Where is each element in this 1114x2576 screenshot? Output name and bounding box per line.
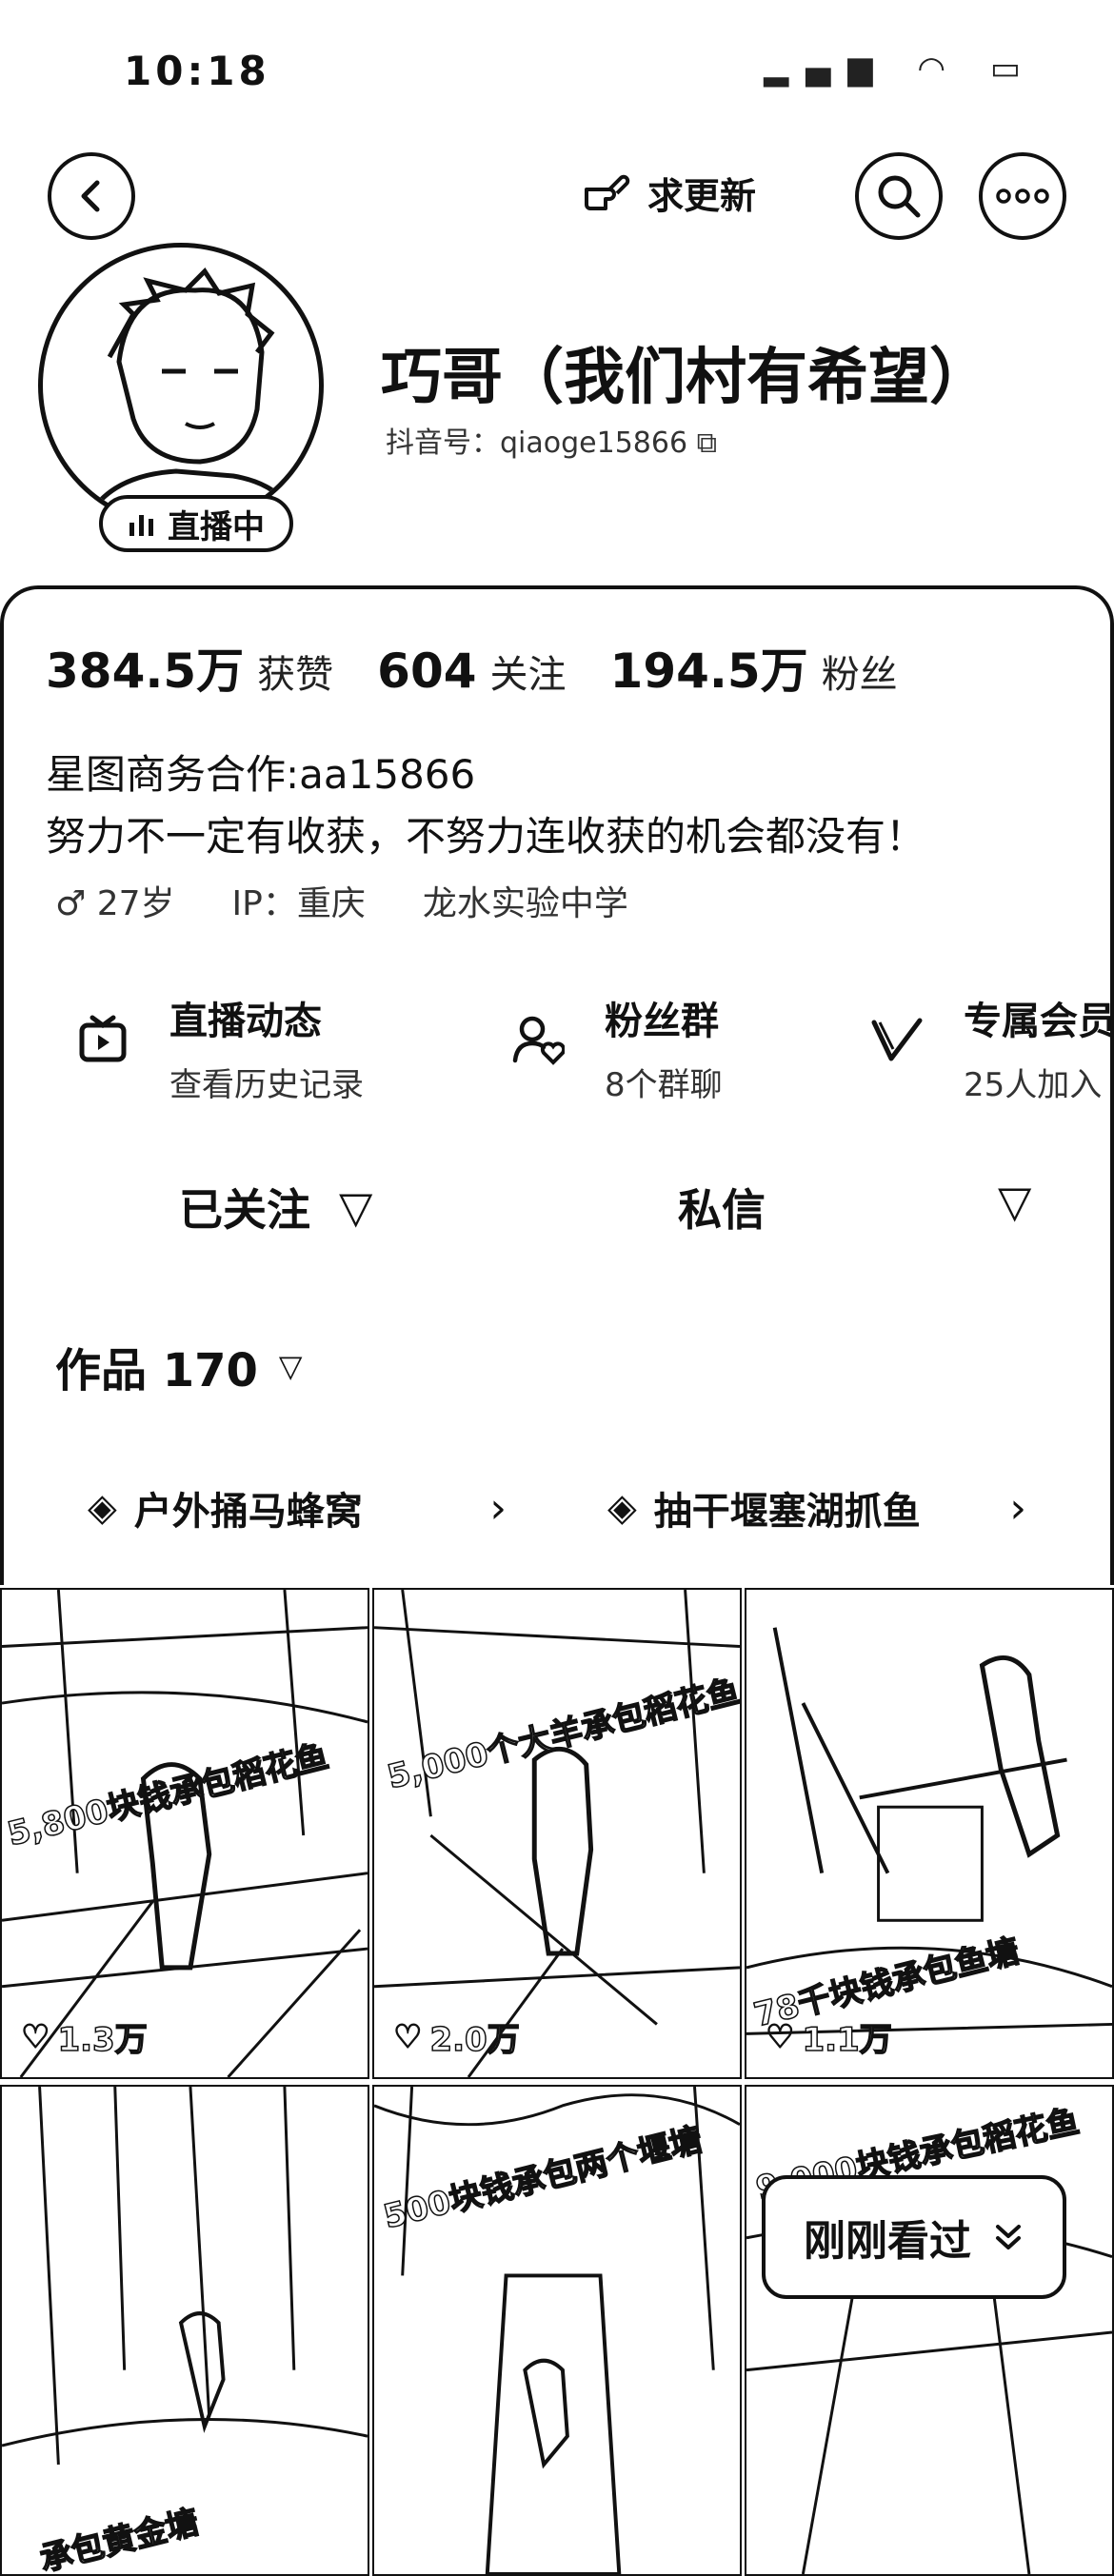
- likes-count: 1.1万: [802, 2020, 893, 2060]
- collection-label: 抽干堰塞湖抓鱼: [653, 1490, 921, 1534]
- school-tag[interactable]: 龙水实验中学: [423, 876, 628, 925]
- more-dots-icon: [996, 188, 1049, 204]
- layers-icon: ◈: [88, 1486, 117, 1530]
- video-thumbnail: [374, 1590, 740, 2077]
- douyin-id-text: 抖音号：qiaoge15866: [386, 426, 688, 460]
- collection-item[interactable]: ◈ 户外捅马蜂窝 ›: [88, 1480, 507, 1536]
- shortcut-title: 直播动态: [169, 1000, 322, 1043]
- video-likes: ♡ 1.3万: [20, 2013, 149, 2060]
- video-tile[interactable]: 9,000块钱承包稻花鱼: [745, 2085, 1114, 2576]
- recently-viewed-button[interactable]: 刚刚看过: [762, 2175, 1066, 2299]
- shortcut-title: 粉丝群: [605, 1000, 719, 1043]
- video-tile[interactable]: 78千块钱承包鱼塘 ♡ 1.1万: [745, 1588, 1114, 2079]
- chevron-left-icon: [81, 180, 100, 212]
- caret-down-icon: ▽: [339, 1181, 373, 1233]
- live-badge-label: 直播中: [168, 507, 265, 546]
- stat-value: 194.5万: [609, 644, 808, 699]
- layers-icon: ◈: [607, 1486, 637, 1530]
- stat-label: 粉丝: [821, 653, 898, 697]
- back-button[interactable]: [48, 152, 135, 240]
- bio-business: 星图商务合作:aa15866: [46, 751, 476, 798]
- more-options-dropdown[interactable]: ▽: [998, 1176, 1031, 1227]
- request-update-label: 求更新: [647, 175, 757, 217]
- heart-icon: ♡: [392, 2017, 423, 2057]
- stat-value: 604: [377, 644, 477, 699]
- tv-play-icon: [74, 1011, 131, 1068]
- finger-point-icon: [585, 174, 630, 210]
- battery-icon: ▭: [989, 50, 1038, 88]
- live-badge[interactable]: 直播中: [99, 495, 293, 552]
- heart-icon: ♡: [20, 2017, 50, 2057]
- shortcut-title: 专属会员: [964, 1000, 1114, 1043]
- live-bars-icon: [129, 515, 153, 536]
- video-tile[interactable]: 500块钱承包两个堰塘: [372, 2085, 742, 2576]
- search-icon: [878, 175, 921, 218]
- ip-tag: IP：重庆: [231, 884, 366, 923]
- signal-icon: ▂▄▆: [764, 50, 890, 88]
- video-grid: 5,800块钱承包稻花鱼 ♡ 1.3万 5,000个大羊承包稻花鱼 ♡ 2.0万…: [0, 1588, 1114, 2576]
- copy-icon[interactable]: ⧉: [697, 426, 717, 460]
- collection-item[interactable]: ◈ 抽干堰塞湖抓鱼 ›: [607, 1480, 1026, 1536]
- search-button[interactable]: [855, 152, 943, 240]
- profile-tags: ♂ 27岁 IP：重庆 龙水实验中学: [55, 876, 628, 925]
- stat-likes[interactable]: 384.5万 获赞: [46, 633, 333, 702]
- followed-button[interactable]: 已关注 ▽: [179, 1176, 372, 1238]
- shortcut-fan-group[interactable]: 粉丝群 8个群聊: [509, 990, 723, 1105]
- chevron-right-icon: ›: [489, 1483, 507, 1533]
- caret-down-icon: ▽: [278, 1348, 303, 1384]
- status-icons: ▂▄▆ ◠ ▭: [764, 50, 1038, 88]
- shortcut-subtitle: 8个群聊: [605, 1066, 723, 1104]
- message-label: 私信: [678, 1184, 766, 1236]
- stat-value: 384.5万: [46, 644, 245, 699]
- chevron-right-icon: ›: [1009, 1483, 1026, 1533]
- likes-count: 2.0万: [429, 2020, 521, 2060]
- works-tab-label: 作品 170: [55, 1344, 258, 1397]
- stat-label: 获赞: [257, 653, 334, 697]
- stat-following[interactable]: 604 关注: [377, 644, 566, 699]
- video-tile[interactable]: 承包黄金塘: [0, 2085, 369, 2576]
- stat-fans[interactable]: 194.5万 粉丝: [610, 633, 898, 702]
- double-chevron-down-icon: [996, 2225, 1021, 2249]
- gender-age-tag: ♂ 27岁: [55, 884, 175, 923]
- video-tile[interactable]: 5,000个大羊承包稻花鱼 ♡ 2.0万: [372, 1588, 742, 2079]
- bio-motto: 努力不一定有收获，不努力连收获的机会都没有！: [46, 813, 926, 860]
- likes-count: 1.3万: [57, 2020, 149, 2060]
- shortcut-subtitle: 25人加入: [964, 1066, 1103, 1104]
- shortcut-subtitle: 查看历史记录: [169, 1066, 364, 1104]
- user-heart-icon: [509, 1011, 567, 1068]
- request-update-button[interactable]: 求更新: [581, 167, 756, 219]
- collection-label: 户外捅马蜂窝: [133, 1490, 363, 1534]
- more-button[interactable]: [979, 152, 1066, 240]
- video-tile[interactable]: 5,800块钱承包稻花鱼 ♡ 1.3万: [0, 1588, 369, 2079]
- video-likes: ♡ 2.0万: [392, 2013, 521, 2060]
- caret-down-icon: ▽: [998, 1176, 1032, 1227]
- message-button[interactable]: 私信: [678, 1176, 766, 1238]
- stats-row: 384.5万 获赞 604 关注 194.5万 粉丝: [46, 633, 898, 702]
- status-time: 10:18: [124, 48, 270, 94]
- tab-works[interactable]: 作品 170 ▽: [55, 1333, 303, 1399]
- recently-viewed-label: 刚刚看过: [804, 2217, 971, 2266]
- v-badge-icon: [868, 1011, 925, 1068]
- avatar[interactable]: [38, 243, 324, 528]
- video-likes: ♡ 1.1万: [765, 2013, 893, 2060]
- stat-label: 关注: [489, 653, 567, 697]
- wifi-icon: ◠: [917, 50, 964, 88]
- followed-label: 已关注: [179, 1184, 310, 1236]
- profile-name: 巧哥（我们村有希望）: [381, 343, 990, 413]
- douyin-id[interactable]: 抖音号：qiaoge15866 ⧉: [386, 419, 717, 461]
- shortcut-membership[interactable]: 专属会员 25人加入: [868, 990, 1114, 1105]
- avatar-portrait: [82, 268, 300, 524]
- heart-icon: ♡: [765, 2017, 795, 2057]
- shortcut-live-history[interactable]: 直播动态 查看历史记录: [74, 990, 364, 1105]
